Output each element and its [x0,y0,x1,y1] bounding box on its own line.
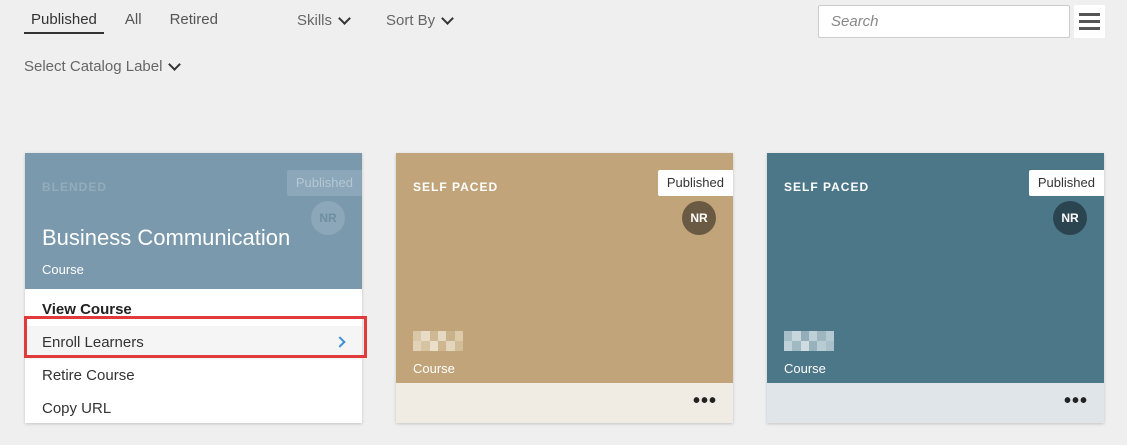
course-type: SELF PACED [784,180,870,194]
copy-url-menu-item[interactable]: Copy URL [25,392,362,425]
tab-all[interactable]: All [118,10,149,34]
status-badge: Published [1028,170,1104,196]
course-type: SELF PACED [413,180,499,194]
card-footer: ••• [767,383,1104,423]
course-kind: Course [413,361,455,376]
card-header[interactable]: SELF PACED Published NR Course [767,153,1104,383]
chevron-down-icon [168,58,182,71]
retire-course-menu-item[interactable]: Retire Course [25,359,362,392]
search-input[interactable] [818,5,1070,38]
avatar: NR [311,201,345,235]
avatar: NR [1053,201,1087,235]
card-header[interactable]: BLENDED Published NR Business Communicat… [25,153,362,289]
more-options-icon[interactable]: ••• [693,391,717,411]
card-footer: ••• [396,383,733,423]
pixelated-title-image [784,331,834,351]
course-kind: Course [784,361,826,376]
status-badge: Published [286,170,362,196]
avatar: NR [682,201,716,235]
status-tabs: Published All Retired [24,10,239,34]
enroll-learners-menu-item[interactable]: Enroll Learners [25,326,362,359]
chevron-right-icon [334,336,346,348]
tab-retired[interactable]: Retired [163,10,225,34]
view-course-menu-item[interactable]: View Course [25,293,362,326]
chevron-down-icon [338,12,351,25]
skills-label: Skills [297,12,333,29]
tab-published[interactable]: Published [24,10,104,34]
menu-button[interactable] [1074,5,1105,38]
enroll-learners-label: Enroll Learners [42,334,144,351]
course-type: BLENDED [42,180,108,194]
course-kind: Course [42,262,84,277]
sort-by-label: Sort By [386,12,436,29]
chevron-down-icon [441,12,455,25]
course-card: SELF PACED Published NR Course ••• [767,153,1104,423]
skills-dropdown[interactable]: Skills [297,12,351,29]
sort-by-dropdown[interactable]: Sort By [386,12,455,29]
course-card: BLENDED Published NR Business Communicat… [25,153,362,423]
catalog-label-dropdown[interactable]: Select Catalog Label [24,58,182,75]
hamburger-icon [1079,13,1100,16]
course-card: SELF PACED Published NR Course ••• [396,153,733,423]
card-header[interactable]: SELF PACED Published NR Course [396,153,733,383]
more-options-icon[interactable]: ••• [1064,391,1088,411]
pixelated-title-image [413,331,463,351]
course-title: Business Communication [42,225,291,250]
catalog-label-text: Select Catalog Label [24,58,163,75]
course-action-menu: View Course Enroll Learners Retire Cours… [25,289,362,423]
status-badge: Published [657,170,733,196]
